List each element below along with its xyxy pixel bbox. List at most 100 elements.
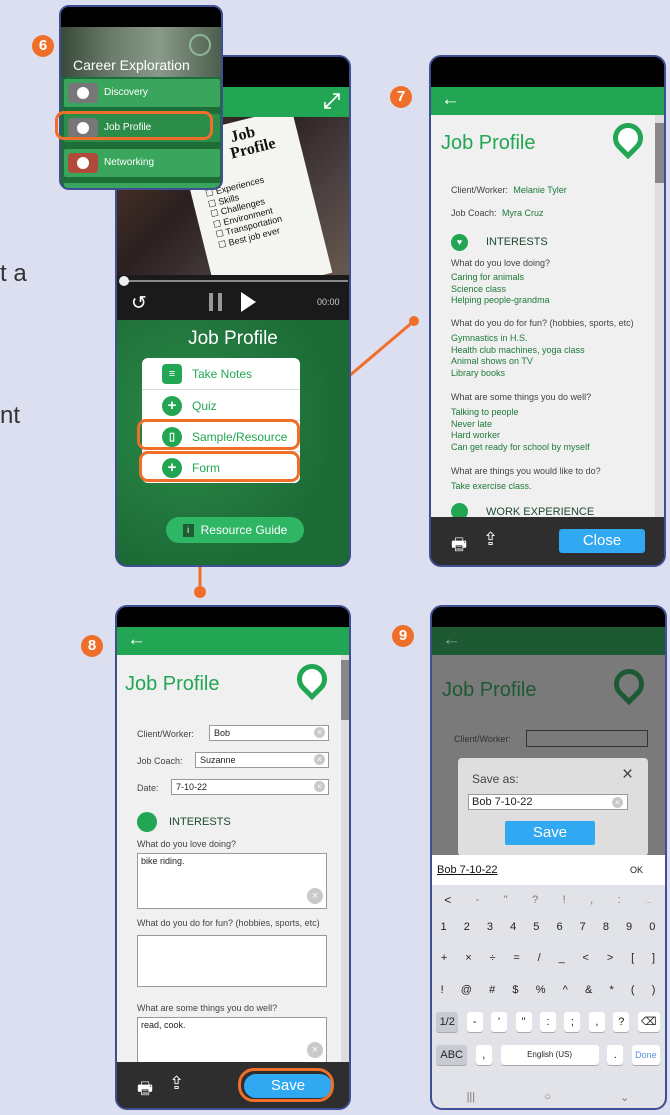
clear-icon[interactable]: × [307, 888, 323, 904]
coach-field[interactable]: Suzanne [195, 752, 329, 768]
comma-key[interactable]: , [475, 1045, 492, 1065]
backspace-icon[interactable]: ⌫ [637, 1012, 660, 1032]
key[interactable]: > [607, 952, 613, 964]
keyboard-row-2: + × ÷ = / _ < > [ ] [432, 948, 664, 968]
option-take-notes[interactable]: ≡ Take Notes [142, 358, 300, 389]
key[interactable]: % [536, 984, 546, 996]
close-button[interactable]: Close [559, 529, 645, 553]
share-icon[interactable]: ⇪ [169, 1073, 184, 1094]
progress-track[interactable] [122, 280, 348, 282]
key[interactable]: ] [652, 952, 655, 964]
key[interactable]: " [515, 1012, 532, 1032]
key[interactable]: 4 [510, 921, 516, 933]
client-value: Melanie Tyler [513, 185, 567, 195]
key[interactable]: & [585, 984, 592, 996]
key[interactable]: / [538, 952, 541, 964]
close-icon[interactable]: × [622, 764, 633, 786]
period-key[interactable]: . [607, 1045, 624, 1065]
key[interactable]: + [441, 952, 447, 964]
key[interactable]: × [465, 952, 471, 964]
key[interactable]: 6 [556, 921, 562, 933]
key[interactable]: ^ [563, 984, 568, 996]
replay-icon[interactable]: ↺ [131, 292, 147, 315]
key[interactable]: $ [512, 984, 518, 996]
key[interactable]: 2 [464, 921, 470, 933]
question-2: What do you do for fun? (hobbies, sports… [137, 918, 320, 928]
key[interactable]: 8 [603, 921, 609, 933]
back-arrow-icon[interactable]: ← [127, 629, 146, 651]
print-icon[interactable]: 🖶 [137, 1076, 153, 1105]
key[interactable]: 5 [533, 921, 539, 933]
key[interactable]: " [504, 894, 508, 906]
clear-icon[interactable]: × [612, 797, 623, 808]
home-icon[interactable]: ○ [544, 1091, 551, 1103]
done-key[interactable]: Done [632, 1045, 660, 1065]
keyboard-row-5: ABC , English (US) . Done [432, 1043, 664, 1067]
key[interactable]: - [466, 1012, 483, 1032]
key[interactable]: = [513, 952, 519, 964]
share-icon[interactable]: ⇪ [483, 529, 498, 550]
answer-3-field[interactable]: read, cook. [137, 1017, 327, 1062]
key[interactable]: ? [532, 894, 538, 906]
clear-icon[interactable]: × [314, 781, 325, 792]
scrollbar[interactable] [655, 115, 664, 517]
suggestion-text[interactable]: Bob 7-10-22 [437, 864, 498, 876]
clear-icon[interactable]: × [307, 1042, 323, 1058]
dialog-save-button[interactable]: Save [505, 821, 595, 845]
space-key[interactable]: English (US) [500, 1045, 599, 1065]
recent-apps-icon[interactable]: ||| [467, 1091, 476, 1103]
key[interactable]: [ [631, 952, 634, 964]
suggestion-bar: Bob 7-10-22 OK [432, 855, 665, 885]
key[interactable]: : [539, 1012, 556, 1032]
key[interactable]: 3 [487, 921, 493, 933]
answer-1-field[interactable]: bike riding. [137, 853, 327, 909]
key[interactable]: ( [631, 984, 635, 996]
client-field[interactable]: Bob [209, 725, 329, 741]
key[interactable]: 1 [441, 921, 447, 933]
key[interactable]: ? [613, 1012, 630, 1032]
key[interactable]: ... [645, 896, 652, 905]
key[interactable]: 9 [626, 921, 632, 933]
clear-icon[interactable]: × [314, 727, 325, 738]
panel-item-discovery[interactable]: Discovery [64, 79, 220, 107]
key[interactable]: 1/2 [436, 1012, 459, 1032]
client-field[interactable] [526, 730, 648, 747]
key[interactable]: , [590, 894, 593, 906]
key[interactable]: # [489, 984, 495, 996]
key[interactable]: * [609, 984, 613, 996]
resource-guide-button[interactable]: i Resource Guide [166, 517, 304, 543]
key[interactable]: - [476, 894, 480, 906]
sample-bottom-bar: 🖶 ⇪ Close [431, 517, 664, 565]
abc-key[interactable]: ABC [436, 1045, 467, 1065]
back-arrow-icon[interactable]: ← [441, 89, 460, 111]
key[interactable]: 7 [580, 921, 586, 933]
key[interactable]: < [444, 893, 451, 907]
fullscreen-icon[interactable] [322, 91, 342, 111]
play-icon[interactable] [241, 292, 256, 312]
key[interactable]: ! [441, 984, 444, 996]
print-icon[interactable]: 🖶 [451, 532, 467, 561]
back-arrow-icon[interactable]: ← [442, 629, 461, 651]
key[interactable]: ; [564, 1012, 581, 1032]
date-field[interactable]: 7-10-22 [171, 779, 329, 795]
key[interactable]: : [618, 894, 621, 906]
clear-icon[interactable]: × [314, 754, 325, 765]
filename-input[interactable]: Bob 7-10-22 [468, 794, 628, 810]
key[interactable]: _ [559, 952, 565, 964]
key[interactable]: ' [491, 1012, 508, 1032]
key[interactable]: 0 [649, 921, 655, 933]
back-icon[interactable]: ⌄ [620, 1091, 629, 1104]
key[interactable]: ) [652, 984, 656, 996]
option-quiz[interactable]: + Quiz [142, 389, 300, 421]
key[interactable]: , [588, 1012, 605, 1032]
key[interactable]: ÷ [489, 952, 495, 964]
scrollbar[interactable] [341, 655, 349, 1062]
key[interactable]: ! [563, 894, 566, 906]
key[interactable]: @ [461, 984, 472, 996]
panel-item-networking[interactable]: Networking [64, 149, 220, 177]
key[interactable]: < [583, 952, 589, 964]
video-thumbnail-icon [68, 153, 98, 173]
ok-button[interactable]: OK [630, 865, 643, 875]
progress-handle[interactable] [119, 276, 129, 286]
answer-2-field[interactable] [137, 935, 327, 987]
